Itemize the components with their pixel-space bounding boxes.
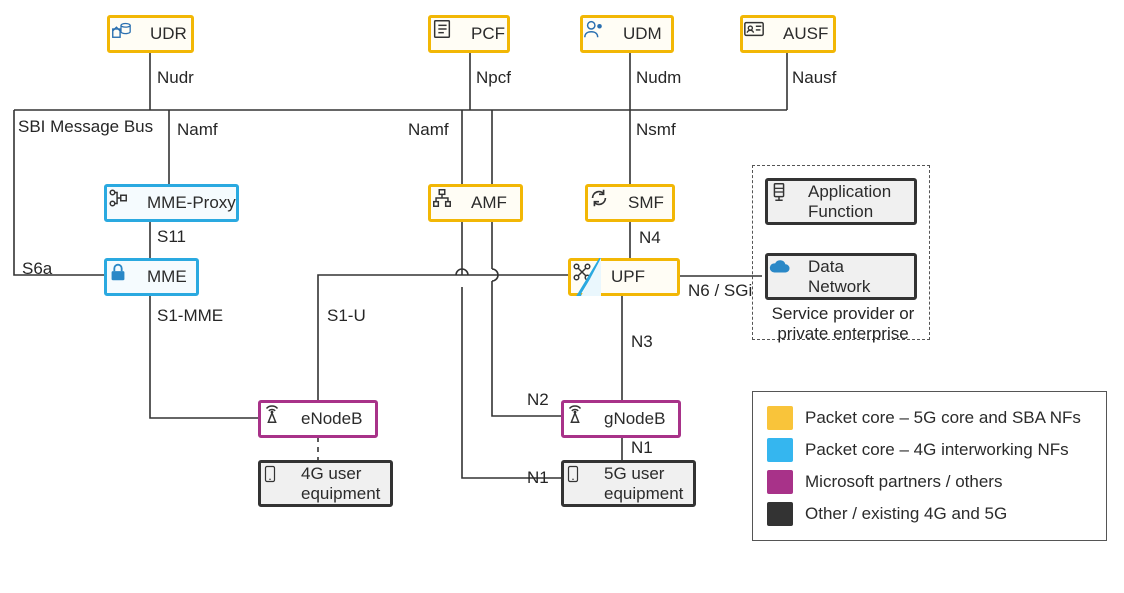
node-label: UPF bbox=[611, 267, 645, 287]
node-upf: UPF bbox=[568, 258, 680, 296]
label-n3: N3 bbox=[631, 332, 653, 352]
legend-swatch-yellow bbox=[767, 406, 793, 430]
node-enodeb: eNodeB bbox=[258, 400, 378, 438]
dual-border-accent bbox=[571, 258, 601, 296]
label-npcf: Npcf bbox=[476, 68, 511, 88]
node-label: MME bbox=[147, 267, 187, 287]
label-s6a: S6a bbox=[22, 259, 52, 279]
legend-swatch-black bbox=[767, 502, 793, 526]
phone-icon bbox=[269, 472, 293, 496]
node-label: gNodeB bbox=[604, 409, 665, 429]
database-icon bbox=[118, 22, 142, 46]
label-s1mme: S1-MME bbox=[157, 306, 223, 326]
node-data-network: Data Network bbox=[765, 253, 917, 300]
lock-icon bbox=[115, 265, 139, 289]
node-label: UDR bbox=[150, 24, 187, 44]
legend-row: Other / existing 4G and 5G bbox=[767, 498, 1092, 530]
legend-swatch-cyan bbox=[767, 438, 793, 462]
server-icon bbox=[776, 190, 800, 214]
node-label: Application Function bbox=[808, 182, 904, 221]
phone-icon bbox=[572, 472, 596, 496]
id-card-icon bbox=[751, 22, 775, 46]
node-udm: UDM bbox=[580, 15, 674, 53]
label-n4: N4 bbox=[639, 228, 661, 248]
legend-row: Microsoft partners / others bbox=[767, 466, 1092, 498]
label-nudm: Nudm bbox=[636, 68, 681, 88]
node-label: 5G user equipment bbox=[604, 464, 683, 503]
node-mme-proxy: MME-Proxy bbox=[104, 184, 239, 222]
node-amf: AMF bbox=[428, 184, 523, 222]
node-gnodeb: gNodeB bbox=[561, 400, 681, 438]
node-label: UDM bbox=[623, 24, 662, 44]
label-n2: N2 bbox=[527, 390, 549, 410]
legend-label: Microsoft partners / others bbox=[805, 472, 1002, 492]
legend: Packet core – 5G core and SBA NFs Packet… bbox=[752, 391, 1107, 541]
sync-icon bbox=[596, 191, 620, 215]
legend-swatch-magenta bbox=[767, 470, 793, 494]
label-enterprise: Service provider or private enterprise bbox=[768, 304, 918, 344]
label-n1a: N1 bbox=[631, 438, 653, 458]
node-ausf: AUSF bbox=[740, 15, 836, 53]
people-icon bbox=[591, 22, 615, 46]
list-icon bbox=[439, 22, 463, 46]
antenna-icon bbox=[269, 407, 293, 431]
label-nudr: Nudr bbox=[157, 68, 194, 88]
legend-label: Packet core – 4G interworking NFs bbox=[805, 440, 1069, 460]
label-n1b: N1 bbox=[527, 468, 549, 488]
label-n6sgi: N6 / SGi bbox=[688, 281, 752, 301]
node-label: SMF bbox=[628, 193, 664, 213]
node-label: MME-Proxy bbox=[147, 193, 236, 213]
label-namf2: Namf bbox=[408, 120, 449, 140]
label-sbi: SBI Message Bus bbox=[18, 117, 118, 137]
node-udr: UDR bbox=[107, 15, 194, 53]
node-label: PCF bbox=[471, 24, 505, 44]
label-s1u: S1-U bbox=[327, 306, 366, 326]
node-app-function: Application Function bbox=[765, 178, 917, 225]
node-mme: MME bbox=[104, 258, 199, 296]
label-nausf: Nausf bbox=[792, 68, 836, 88]
cloud-icon bbox=[776, 265, 800, 289]
node-pcf: PCF bbox=[428, 15, 510, 53]
node-label: AUSF bbox=[783, 24, 828, 44]
legend-row: Packet core – 4G interworking NFs bbox=[767, 434, 1092, 466]
node-label: Data Network bbox=[808, 257, 904, 296]
label-namf1: Namf bbox=[177, 120, 218, 140]
label-s11: S11 bbox=[157, 227, 186, 247]
node-smf: SMF bbox=[585, 184, 675, 222]
node-ue-4g: 4G user equipment bbox=[258, 460, 393, 507]
node-ue-5g: 5G user equipment bbox=[561, 460, 696, 507]
network-merge-icon bbox=[115, 191, 139, 215]
hierarchy-icon bbox=[439, 191, 463, 215]
node-label: 4G user equipment bbox=[301, 464, 380, 503]
legend-row: Packet core – 5G core and SBA NFs bbox=[767, 402, 1092, 434]
node-label: AMF bbox=[471, 193, 507, 213]
legend-label: Other / existing 4G and 5G bbox=[805, 504, 1007, 524]
node-label: eNodeB bbox=[301, 409, 362, 429]
antenna-icon bbox=[572, 407, 596, 431]
label-nsmf: Nsmf bbox=[636, 120, 676, 140]
legend-label: Packet core – 5G core and SBA NFs bbox=[805, 408, 1081, 428]
